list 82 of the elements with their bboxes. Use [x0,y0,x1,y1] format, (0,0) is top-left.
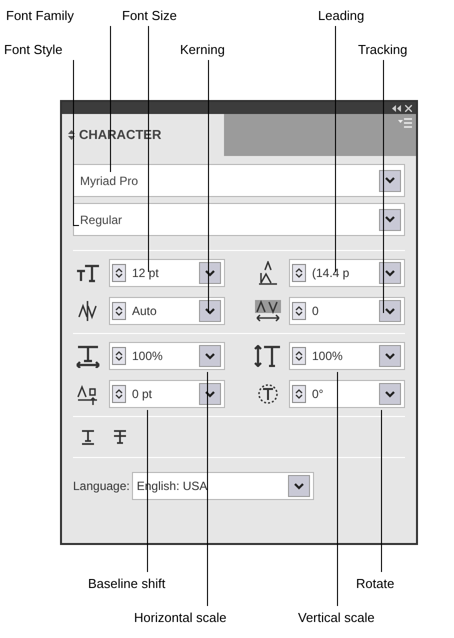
callout-label: Baseline shift [88,575,166,593]
value-field[interactable]: 0 [289,297,405,325]
caret-icon [205,270,215,276]
value-field[interactable]: 100% [289,342,405,370]
spinner-button[interactable] [112,264,126,282]
callout-label: Kerning [180,41,225,59]
up-down-arrows-icon [115,350,123,362]
dropdown-button[interactable] [199,300,221,322]
spinner-button[interactable] [112,347,126,365]
dropdown-button[interactable] [199,262,221,284]
value-field[interactable]: 12 pt [109,259,225,287]
caret-icon [385,270,395,276]
caret-icon [385,390,395,398]
field-value: 100% [132,348,164,365]
dropdown-value: Regular [80,212,124,228]
caret-icon [205,352,215,360]
callout-label: Leading [318,7,364,25]
up-down-arrows-icon [295,305,303,317]
dropdown-button[interactable] [199,383,221,405]
value-field[interactable]: (14.4 p [289,259,405,287]
field-value: 0 pt [132,386,154,403]
up-down-arrows-icon [115,305,123,317]
spinner-button[interactable] [112,302,126,320]
dropdown-button[interactable] [379,300,401,322]
caret-icon [385,352,395,360]
vertical-scale-icon [254,345,282,367]
font-dropdown[interactable]: Myriad Pro [73,164,405,197]
up-down-arrows-icon [115,267,123,279]
callout-label: Font Size [122,7,177,25]
kerning-icon [77,299,99,323]
callout-label: Tracking [358,41,408,59]
dropdown-button[interactable] [379,345,401,367]
caret-icon [205,390,215,398]
collapse-icon[interactable] [392,104,401,112]
value-field[interactable]: Auto [109,297,225,325]
caret-icon [294,482,304,490]
callout-label: Font Family [6,7,74,25]
spinner-button[interactable] [112,385,126,403]
spinner-button[interactable] [292,347,306,365]
field-value: 12 pt [132,265,160,282]
field-value: 100% [312,348,344,365]
field-value: 0 [312,303,320,320]
dropdown-button[interactable] [288,475,310,497]
field-value: Auto [132,303,158,320]
dropdown-button[interactable] [379,262,401,284]
font-dropdown[interactable]: Regular [73,203,405,236]
up-down-arrows-icon [295,267,303,279]
baseline-shift-icon [77,383,99,405]
caret-icon [205,308,215,314]
close-icon[interactable] [405,104,412,112]
up-down-arrows-icon [115,388,123,400]
callout-label: Rotate [356,575,394,593]
dropdown-button[interactable] [379,170,401,192]
callout-label: Horizontal scale [134,609,226,627]
leading-icon [257,261,279,285]
caret-icon [385,216,395,223]
dropdown-value: Myriad Pro [80,172,140,190]
dropdown-button[interactable] [379,383,401,405]
spinner-button[interactable] [292,385,306,403]
dropdown-button[interactable] [379,208,401,230]
language-label: Language: [73,478,130,495]
callout-label: Font Style [4,41,63,59]
field-value: 0° [312,386,324,403]
underline-icon[interactable] [81,429,95,445]
spinner-button[interactable] [292,302,306,320]
horizontal-scale-icon [75,344,101,368]
up-down-arrows-icon [68,130,75,140]
font-size-icon [76,263,100,283]
up-down-arrows-icon [295,350,303,362]
value-field[interactable]: 100% [109,342,225,370]
strikethrough-icon[interactable] [113,429,127,445]
caret-icon [385,308,395,314]
up-down-arrows-icon [295,388,303,400]
value-field[interactable]: 0° [289,380,405,408]
tracking-icon [255,300,281,322]
spinner-button[interactable] [292,264,306,282]
rotate-icon [257,383,279,405]
callout-label: Vertical scale [298,609,375,627]
value-field[interactable]: 0 pt [109,380,225,408]
field-value: (14.4 p [312,265,350,282]
caret-icon [385,177,395,184]
dropdown-button[interactable] [199,345,221,367]
